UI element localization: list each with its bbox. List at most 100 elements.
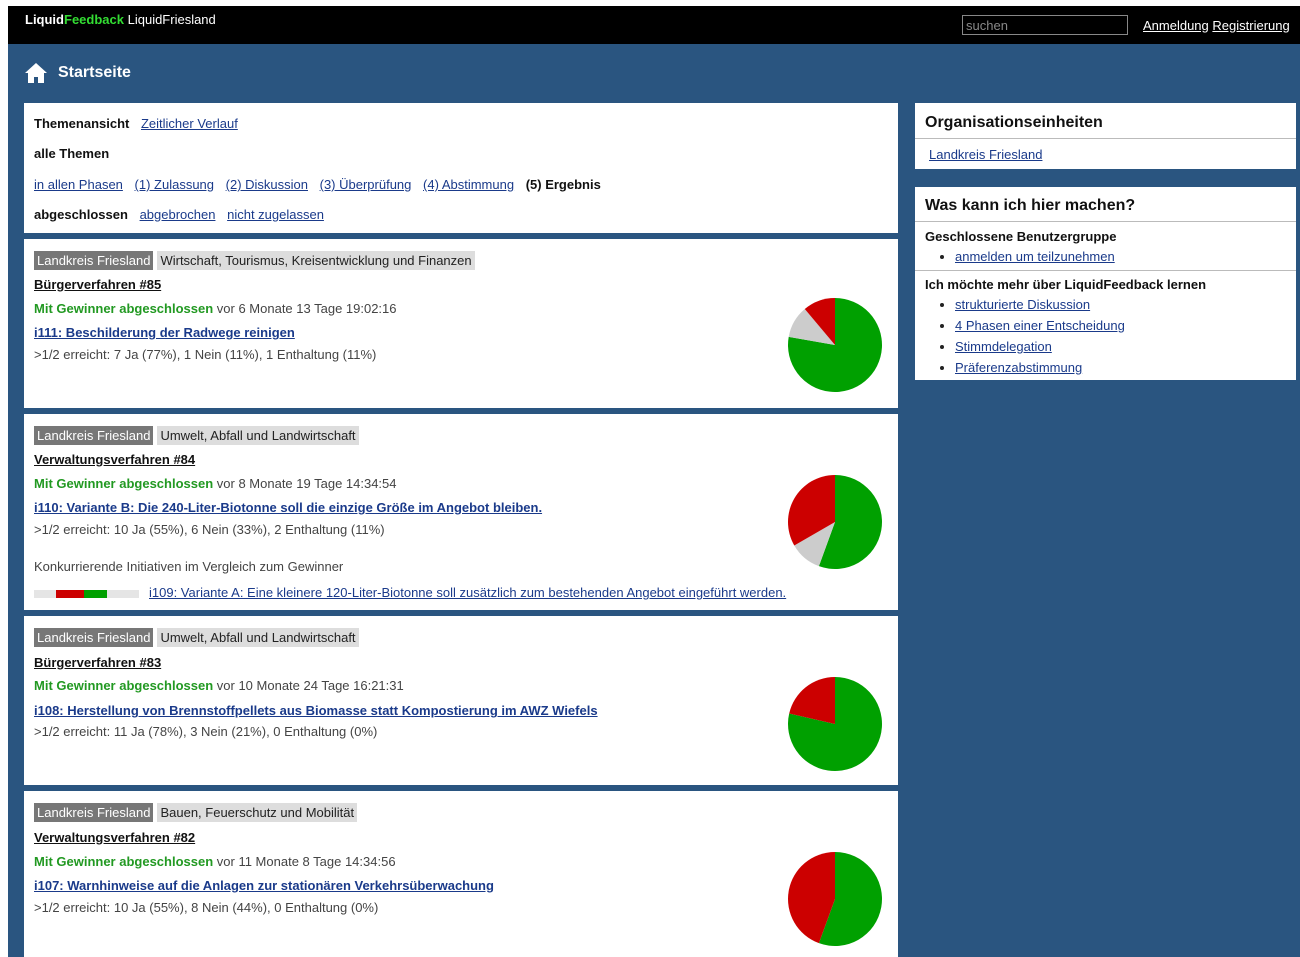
scope-filter: alle Themen [34, 146, 109, 161]
closed-filter: abgeschlossen abgebrochen nicht zugelass… [34, 207, 332, 222]
status-time: vor 8 Monate 19 Tage 14:34:54 [216, 476, 397, 491]
learn-heading: Ich möchte mehr über LiquidFeedback lern… [925, 277, 1207, 292]
issue-card: Landkreis Friesland Wirtschaft, Tourismu… [24, 239, 898, 408]
bar-abstain-segment [34, 590, 56, 598]
page-title: Startseite [58, 64, 131, 81]
vote-result: >1/2 erreicht: 10 Ja (55%), 8 Nein (44%)… [34, 900, 379, 915]
vote-result: >1/2 erreicht: 11 Ja (78%), 3 Nein (21%)… [34, 724, 378, 739]
phase-all-link[interactable]: in allen Phasen [34, 177, 123, 192]
phase-filter: in allen Phasen (1) Zulassung (2) Diskus… [34, 177, 601, 192]
brand-logo[interactable]: LiquidFeedback LiquidFriesland [25, 12, 216, 27]
status-label: Mit Gewinner abgeschlossen [34, 678, 214, 693]
status-time: vor 10 Monate 24 Tage 16:21:31 [216, 678, 404, 693]
view-selected[interactable]: Themenansicht [34, 116, 129, 131]
issue-title-link[interactable]: Bürgerverfahren #83 [34, 655, 161, 670]
issue-status: Mit Gewinner abgeschlossen vor 10 Monate… [34, 678, 404, 693]
issue-tags: Landkreis Friesland Umwelt, Abfall und L… [34, 426, 359, 445]
structured-discussion-link[interactable]: strukturierte Diskussion [955, 297, 1090, 312]
units-heading: Organisationseinheiten [925, 114, 1103, 131]
bar-yes-segment [84, 590, 107, 598]
closed-group-list: anmelden um teilzunehmen [925, 246, 1115, 267]
vote-pie-chart [788, 475, 882, 569]
divider [915, 221, 1296, 222]
login-to-participate-link[interactable]: anmelden um teilzunehmen [955, 249, 1115, 264]
issue-status: Mit Gewinner abgeschlossen vor 8 Monate … [34, 476, 397, 491]
issue-card: Landkreis Friesland Umwelt, Abfall und L… [24, 616, 898, 785]
list-item: anmelden um teilzunehmen [955, 246, 1115, 267]
phase-admission-link[interactable]: (1) Zulassung [135, 177, 214, 192]
winning-initiative-link[interactable]: i107: Warnhinweise auf die Anlagen zur s… [34, 878, 494, 893]
units-panel: Organisationseinheiten Landkreis Friesla… [915, 103, 1296, 169]
home-icon[interactable] [24, 61, 48, 85]
not-admitted-link[interactable]: nicht zugelassen [227, 207, 324, 222]
list-item: strukturierte Diskussion [955, 294, 1125, 315]
area-tag[interactable]: Umwelt, Abfall und Landwirtschaft [157, 426, 359, 445]
issue-status: Mit Gewinner abgeschlossen vor 6 Monate … [34, 301, 397, 316]
status-label: Mit Gewinner abgeschlossen [34, 301, 214, 316]
unit-tag[interactable]: Landkreis Friesland [34, 628, 154, 647]
delegation-link[interactable]: Stimmdelegation [955, 339, 1052, 354]
divider [915, 270, 1296, 271]
learn-list: strukturierte Diskussion 4 Phasen einer … [925, 294, 1125, 378]
list-item: Stimmdelegation [955, 336, 1125, 357]
phase-voting-link[interactable]: (4) Abstimmung [423, 177, 514, 192]
account-links: Anmeldung Registrierung [1143, 18, 1290, 33]
brand-part2: Feedback [64, 12, 124, 27]
status-time: vor 6 Monate 13 Tage 19:02:16 [216, 301, 397, 316]
status-label: Mit Gewinner abgeschlossen [34, 476, 214, 491]
winning-initiative-link[interactable]: i111: Beschilderung der Radwege reinigen [34, 325, 295, 340]
issue-tags: Landkreis Friesland Bauen, Feuerschutz u… [34, 803, 358, 822]
brand-part1: Liquid [25, 12, 64, 27]
list-item: Präferenzabstimmung [955, 357, 1125, 378]
four-phases-link[interactable]: 4 Phasen einer Entscheidung [955, 318, 1125, 333]
area-tag[interactable]: Bauen, Feuerschutz und Mobilität [157, 803, 358, 822]
vote-pie-chart [788, 298, 882, 392]
closed-selected[interactable]: abgeschlossen [34, 207, 128, 222]
help-panel: Was kann ich hier machen? Geschlossene B… [915, 187, 1296, 380]
area-tag[interactable]: Wirtschaft, Tourismus, Kreisentwicklung … [157, 251, 475, 270]
competing-label: Konkurrierende Initiativen im Vergleich … [34, 559, 344, 574]
area-tag[interactable]: Umwelt, Abfall und Landwirtschaft [157, 628, 359, 647]
preference-voting-link[interactable]: Präferenzabstimmung [955, 360, 1082, 375]
competing-vote-bar [34, 590, 139, 598]
issue-tags: Landkreis Friesland Wirtschaft, Tourismu… [34, 251, 475, 270]
vote-result: >1/2 erreicht: 10 Ja (55%), 6 Nein (33%)… [34, 522, 385, 537]
winning-initiative-link[interactable]: i108: Herstellung von Brennstoffpellets … [34, 703, 598, 718]
unit-tag[interactable]: Landkreis Friesland [34, 426, 154, 445]
issue-title-link[interactable]: Verwaltungsverfahren #82 [34, 830, 195, 845]
vote-pie-chart [788, 852, 882, 946]
divider [915, 138, 1296, 139]
login-link[interactable]: Anmeldung [1143, 18, 1209, 33]
unit-tag[interactable]: Landkreis Friesland [34, 803, 154, 822]
closed-group-heading: Geschlossene Benutzergruppe [925, 229, 1117, 244]
bar-no-segment [56, 590, 84, 598]
issue-card: Landkreis Friesland Bauen, Feuerschutz u… [24, 791, 898, 957]
register-link[interactable]: Registrierung [1212, 18, 1289, 33]
issue-tags: Landkreis Friesland Umwelt, Abfall und L… [34, 628, 359, 647]
search-input[interactable] [962, 15, 1128, 35]
phase-verification-link[interactable]: (3) Überprüfung [320, 177, 412, 192]
unit-link[interactable]: Landkreis Friesland [929, 147, 1042, 162]
vote-pie-chart [788, 677, 882, 771]
list-item: 4 Phasen einer Entscheidung [955, 315, 1125, 336]
issue-title-link[interactable]: Bürgerverfahren #85 [34, 277, 161, 292]
phase-discussion-link[interactable]: (2) Diskussion [226, 177, 308, 192]
issue-card: Landkreis Friesland Umwelt, Abfall und L… [24, 414, 898, 610]
view-filter: Themenansicht Zeitlicher Verlauf [34, 116, 246, 131]
filter-panel: Themenansicht Zeitlicher Verlauf alle Th… [24, 103, 898, 233]
vote-result: >1/2 erreicht: 7 Ja (77%), 1 Nein (11%),… [34, 347, 377, 362]
instance-name: LiquidFriesland [127, 12, 216, 27]
cancelled-link[interactable]: abgebrochen [140, 207, 216, 222]
breadcrumb: Startseite [24, 60, 131, 86]
status-time: vor 11 Monate 8 Tage 14:34:56 [216, 854, 396, 869]
help-heading: Was kann ich hier machen? [925, 197, 1136, 214]
phase-result-selected[interactable]: (5) Ergebnis [526, 177, 601, 192]
status-label: Mit Gewinner abgeschlossen [34, 854, 214, 869]
issue-title-link[interactable]: Verwaltungsverfahren #84 [34, 452, 195, 467]
winning-initiative-link[interactable]: i110: Variante B: Die 240-Liter-Biotonne… [34, 500, 542, 515]
scope-selected[interactable]: alle Themen [34, 146, 109, 161]
issue-status: Mit Gewinner abgeschlossen vor 11 Monate… [34, 854, 396, 869]
view-timeline-link[interactable]: Zeitlicher Verlauf [141, 116, 238, 131]
competing-initiative-link[interactable]: i109: Variante A: Eine kleinere 120-Lite… [149, 585, 786, 600]
unit-tag[interactable]: Landkreis Friesland [34, 251, 154, 270]
